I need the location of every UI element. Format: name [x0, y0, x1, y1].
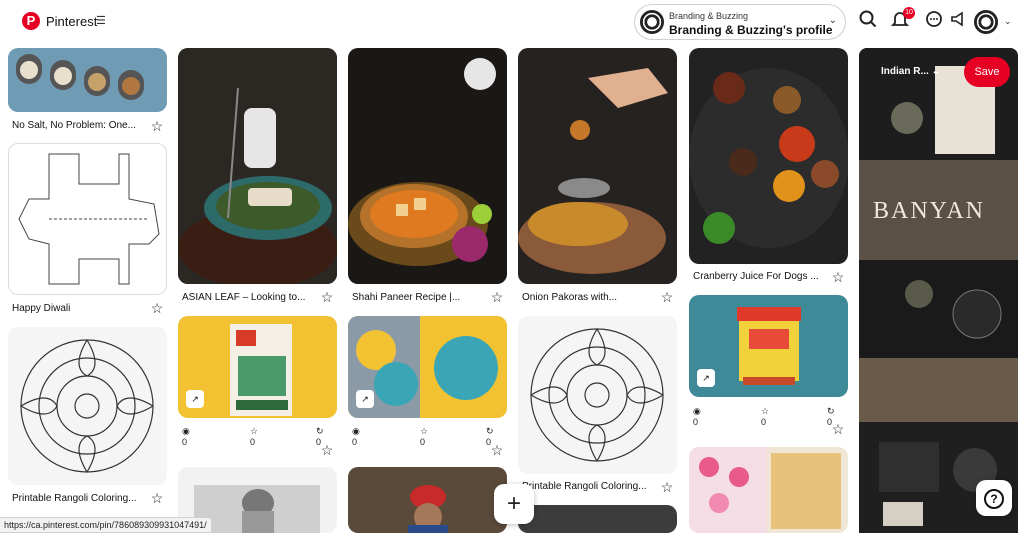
chat-icon[interactable] — [923, 10, 945, 32]
add-button[interactable]: + — [494, 484, 534, 524]
help-icon: ? — [984, 489, 1004, 509]
pin-image-onion-pakoras[interactable] — [518, 48, 677, 284]
views-count: 0 — [693, 417, 699, 427]
views-stat: ◉ 0 — [352, 426, 360, 447]
pinterest-logo-icon[interactable]: P — [22, 12, 40, 30]
pin-image-partial[interactable] — [518, 505, 677, 533]
star-icon[interactable]: ☆ — [831, 270, 845, 284]
help-button[interactable]: ? — [976, 480, 1012, 516]
panel-image-texture — [859, 358, 1018, 422]
pin-image-shahi-paneer[interactable] — [348, 48, 507, 284]
board-selector[interactable]: Indian R... ⌄ — [881, 66, 940, 77]
saves-count: 0 — [761, 417, 767, 427]
panel-image-banyan: BANYAN — [859, 160, 1018, 260]
star-icon[interactable]: ☆ — [490, 290, 504, 304]
pin-image-rangoli[interactable] — [8, 327, 167, 485]
star-icon[interactable]: ☆ — [660, 480, 674, 494]
star-icon[interactable]: ☆ — [660, 290, 674, 304]
pin-caption[interactable]: No Salt, No Problem: One... — [12, 120, 142, 131]
star-icon[interactable]: ☆ — [320, 443, 334, 457]
pin-caption[interactable]: ASIAN LEAF – Looking to... — [182, 292, 312, 303]
pin-caption[interactable]: Happy Diwali — [12, 303, 142, 314]
saves-stat: ☆ 0 — [420, 426, 429, 447]
star-icon[interactable]: ☆ — [150, 491, 164, 505]
chevron-down-icon: ⌄ — [828, 15, 837, 26]
banyan-poster-text: BANYAN — [873, 198, 986, 224]
pin-caption[interactable]: Shahi Paneer Recipe |... — [352, 292, 482, 303]
search-icon[interactable] — [857, 10, 879, 32]
menu-icon[interactable]: ☰ — [96, 14, 106, 27]
pin-image-delhi-grillery[interactable]: ↗ — [689, 295, 848, 397]
pin-image-spices-plate[interactable] — [689, 48, 848, 264]
analytics-icon[interactable]: ↗ — [697, 369, 715, 387]
star-icon[interactable]: ☆ — [320, 290, 334, 304]
account-chevron-down-icon[interactable]: ⌄ — [1004, 16, 1012, 27]
brand-name[interactable]: Pinterest — [46, 14, 97, 29]
star-icon[interactable]: ☆ — [831, 422, 845, 436]
profile-label: Branding & Buzzing's profile — [669, 23, 833, 37]
star-icon[interactable]: ☆ — [150, 119, 164, 133]
saves-count: 0 — [420, 437, 426, 447]
saves-stat: ☆ 0 — [761, 406, 770, 427]
status-bar-url: https://ca.pinterest.com/pin/78608930993… — [0, 517, 212, 533]
star-icon[interactable]: ☆ — [490, 443, 504, 457]
top-bar: P Pinterest ☰ Branding & Buzzing Brandin… — [0, 0, 1024, 44]
pin-image-delhi-in-a-glass[interactable]: ↗ — [348, 316, 507, 418]
pin-image-sweets[interactable] — [689, 447, 848, 533]
pin-image-delhi-dished-out[interactable]: ↗ — [178, 316, 337, 418]
star-icon[interactable]: ☆ — [150, 301, 164, 315]
pin-caption[interactable]: Onion Pakoras with... — [522, 292, 652, 303]
pin-detail-panel: BANYAN Indian R... ⌄ Save — [859, 48, 1018, 533]
panel-image-plates — [859, 260, 1018, 358]
megaphone-icon[interactable] — [947, 10, 969, 32]
board-title: Indian R... — [881, 66, 929, 77]
views-count: 0 — [182, 437, 188, 447]
views-count: 0 — [352, 437, 358, 447]
save-button[interactable]: Save — [964, 57, 1010, 87]
analytics-icon[interactable]: ↗ — [356, 390, 374, 408]
pin-caption[interactable]: Printable Rangoli Coloring... — [12, 493, 142, 504]
analytics-icon[interactable]: ↗ — [186, 390, 204, 408]
pin-caption[interactable]: Printable Rangoli Coloring... — [522, 481, 652, 492]
saves-count: 0 — [250, 437, 256, 447]
account-avatar — [640, 10, 664, 34]
account-name: Branding & Buzzing — [669, 11, 749, 21]
pin-image-rangoli[interactable] — [518, 316, 677, 474]
saves-stat: ☆ 0 — [250, 426, 259, 447]
panel-image-cards — [859, 422, 1018, 533]
views-stat: ◉ 0 — [182, 426, 190, 447]
pin-image-spoons[interactable] — [8, 48, 167, 112]
pin-caption[interactable]: Cranberry Juice For Dogs ... — [693, 271, 823, 282]
user-avatar[interactable] — [974, 10, 998, 34]
pin-image-fish-plate[interactable] — [178, 48, 337, 284]
pin-image-man-red-turban[interactable] — [348, 467, 507, 533]
board-chevron-down-icon: ⌄ — [931, 66, 940, 77]
notification-badge: 10 — [903, 7, 915, 19]
views-stat: ◉ 0 — [693, 406, 701, 427]
profile-switcher[interactable]: Branding & Buzzing Branding & Buzzing's … — [634, 4, 846, 40]
pin-image-elephant-template[interactable] — [8, 143, 167, 295]
